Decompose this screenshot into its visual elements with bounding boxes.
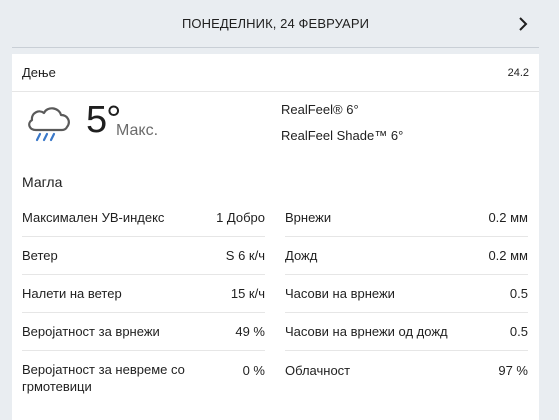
detail-value: 1 Добро bbox=[216, 210, 265, 225]
detail-row: Дожд 0.2 мм bbox=[285, 237, 528, 275]
day-header: ПОНЕДЕЛНИК, 24 ФЕВРУАРИ bbox=[12, 0, 539, 48]
detail-label: Веројатност за невреме со грмотевици bbox=[22, 362, 185, 394]
period-label: Дење bbox=[22, 65, 56, 80]
detail-value: 0.2 мм bbox=[488, 248, 528, 263]
detail-row: Ветер S 6 к/ч bbox=[22, 237, 265, 275]
detail-label: Врнежи bbox=[285, 210, 332, 225]
detail-value: 15 к/ч bbox=[230, 286, 265, 301]
day-title: ПОНЕДЕЛНИК, 24 ФЕВРУАРИ bbox=[181, 16, 370, 31]
detail-value: 0.5 bbox=[509, 324, 528, 339]
detail-row: Веројатност за врнежи 49 % bbox=[22, 313, 265, 351]
realfeel-value: RealFeel® 6° bbox=[281, 102, 359, 117]
detail-row: Часови на врнежи од дожд 0.5 bbox=[285, 313, 528, 351]
temperature-label: Макс. bbox=[116, 122, 159, 139]
detail-row: Облачност 97 % bbox=[285, 351, 528, 389]
detail-row: Часови на врнежи 0.5 bbox=[285, 275, 528, 313]
detail-row: Максимален УВ-индекс 1 Добро bbox=[22, 199, 265, 237]
detail-row: Веројатност за невреме со грмотевици 0 % bbox=[22, 357, 265, 409]
detail-value: 97 % bbox=[498, 362, 528, 378]
detail-label: Веројатност за врнежи bbox=[22, 324, 160, 339]
detail-value: S 6 к/ч bbox=[225, 248, 265, 263]
detail-label: Часови на врнежи bbox=[285, 286, 395, 301]
short-date: 24.2 bbox=[507, 66, 529, 79]
detail-value: 49 % bbox=[235, 324, 265, 339]
conditions-summary: 5° Макс. RealFeel® 6° RealFeel Shade™ 6° bbox=[12, 92, 539, 154]
detail-label: Часови на врнежи од дожд bbox=[285, 324, 448, 339]
detail-label: Максимален УВ-индекс bbox=[22, 210, 165, 225]
weather-phrase: Магла bbox=[22, 174, 63, 190]
card-header: Дење 24.2 bbox=[12, 54, 539, 92]
detail-value: 0.5 bbox=[509, 286, 528, 301]
detail-label: Ветер bbox=[22, 248, 58, 263]
realfeel-shade-value: RealFeel Shade™ 6° bbox=[281, 128, 404, 143]
detail-label: Налети на ветер bbox=[22, 286, 122, 301]
detail-label: Облачност bbox=[285, 362, 351, 378]
detail-row: Налети на ветер 15 к/ч bbox=[22, 275, 265, 313]
forecast-card: Дење 24.2 5° Макс. RealFeel® 6° RealFeel… bbox=[12, 54, 539, 420]
rain-cloud-icon bbox=[24, 102, 72, 148]
detail-label: Дожд bbox=[285, 248, 318, 263]
chevron-right-icon[interactable] bbox=[513, 14, 533, 34]
detail-value: 0.2 мм bbox=[488, 210, 528, 225]
detail-value: 0 % bbox=[242, 363, 265, 378]
detail-row: Врнежи 0.2 мм bbox=[285, 199, 528, 237]
